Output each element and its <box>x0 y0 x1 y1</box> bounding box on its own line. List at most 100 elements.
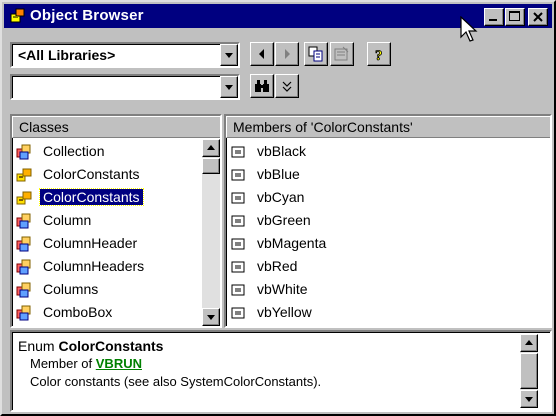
scroll-up-icon <box>525 340 533 345</box>
maximize-icon <box>509 11 520 21</box>
scroll-thumb[interactable] <box>202 158 220 174</box>
class-icon <box>16 282 32 298</box>
close-icon <box>532 10 544 26</box>
details-member-of: Member of VBRUN <box>30 356 142 371</box>
member-of-label: Member of <box>30 356 93 371</box>
list-item-label: Columns <box>43 281 99 297</box>
list-item-label: Column <box>43 212 92 228</box>
list-item[interactable]: vbBlue <box>226 164 550 187</box>
copy-icon <box>308 46 323 62</box>
enum-icon <box>16 167 32 183</box>
close-button[interactable] <box>528 8 548 26</box>
class-icon <box>16 144 32 160</box>
list-item-label: ColumnHeaders <box>43 258 145 274</box>
list-item[interactable]: vbBlack <box>226 141 550 164</box>
classes-scrollbar[interactable] <box>202 139 220 326</box>
details-pane: Enum ColorConstants Member of VBRUN Colo… <box>10 330 552 412</box>
members-panel: Members of 'ColorConstants' vbBlack vbBlu… <box>224 114 552 328</box>
window-title: Object Browser <box>30 7 144 24</box>
constant-icon <box>230 259 246 275</box>
list-item-label: ComboBox <box>43 304 113 320</box>
binoculars-icon <box>255 80 269 92</box>
constant-icon <box>230 190 246 206</box>
details-heading: Enum ColorConstants <box>18 338 163 354</box>
list-item[interactable]: vbMagenta <box>226 233 550 256</box>
list-item[interactable]: Collection <box>12 141 200 164</box>
details-kind: Enum <box>18 338 55 354</box>
list-item-label: Collection <box>43 143 105 159</box>
class-icon <box>16 305 32 321</box>
list-item-label: vbGreen <box>257 212 311 228</box>
list-item-label: vbCyan <box>257 189 305 205</box>
copy-to-clipboard-button[interactable] <box>304 42 328 66</box>
arrow-right-icon <box>285 49 290 59</box>
chevron-down-icon <box>225 53 233 58</box>
list-item-label: ColumnHeader <box>43 235 138 251</box>
enum-icon <box>16 190 32 206</box>
list-item[interactable]: ComboBox <box>12 302 200 325</box>
class-icon <box>16 236 32 252</box>
arrow-left-icon <box>259 49 264 59</box>
constant-icon <box>230 282 246 298</box>
help-icon: ? <box>375 48 383 62</box>
help-button[interactable]: ? <box>367 42 391 66</box>
details-name: ColorConstants <box>58 338 164 354</box>
list-item[interactable]: Columns <box>12 279 200 302</box>
class-icon <box>16 213 32 229</box>
list-item[interactable]: ColorConstants <box>12 164 200 187</box>
show-search-results-button[interactable] <box>275 74 299 98</box>
constant-icon <box>230 213 246 229</box>
scroll-down-button[interactable] <box>202 308 220 326</box>
mouse-pointer-icon <box>460 15 480 44</box>
view-definition-icon <box>334 46 349 61</box>
list-item[interactable]: vbRed <box>226 256 550 279</box>
list-item[interactable]: vbGreen <box>226 210 550 233</box>
scroll-up-icon <box>207 145 215 150</box>
details-scroll-down-button[interactable] <box>520 390 538 408</box>
constant-icon <box>230 236 246 252</box>
view-definition-button[interactable] <box>330 42 354 66</box>
library-combo[interactable]: <All Libraries> <box>10 42 240 68</box>
minimize-icon <box>489 19 497 21</box>
class-icon <box>16 259 32 275</box>
minimize-button[interactable] <box>484 8 504 26</box>
svg-text:?: ? <box>375 48 383 62</box>
constant-icon <box>230 305 246 321</box>
chevron-down-icon <box>225 85 233 90</box>
maximize-button[interactable] <box>505 8 525 26</box>
list-item-label: vbMagenta <box>257 235 327 251</box>
list-item[interactable]: vbCyan <box>226 187 550 210</box>
members-header[interactable]: Members of 'ColorConstants' <box>226 116 550 138</box>
double-chevron-down-icon <box>282 81 292 92</box>
object-browser-icon <box>10 8 26 24</box>
list-item-label: ColorConstants <box>39 188 144 206</box>
go-back-button[interactable] <box>250 42 274 66</box>
list-item[interactable]: ColumnHeaders <box>12 256 200 279</box>
list-item[interactable]: Column <box>12 210 200 233</box>
details-scroll-up-button[interactable] <box>520 334 538 352</box>
search-dropdown-button[interactable] <box>220 76 238 98</box>
scroll-down-icon <box>525 397 533 402</box>
list-item[interactable]: ColumnHeader <box>12 233 200 256</box>
library-link[interactable]: VBRUN <box>96 356 142 371</box>
scroll-up-button[interactable] <box>202 139 220 157</box>
constant-icon <box>230 167 246 183</box>
search-button[interactable] <box>250 74 274 98</box>
details-description: Color constants (see also SystemColorCon… <box>30 374 322 389</box>
details-scrollbar[interactable] <box>520 334 538 408</box>
classes-panel: Classes Collection ColorConstants ColorCon… <box>10 114 222 328</box>
list-item[interactable]: ColorConstants <box>12 187 200 210</box>
list-item-label: vbBlack <box>257 143 307 159</box>
go-forward-button[interactable] <box>275 42 299 66</box>
scroll-down-icon <box>207 315 215 320</box>
details-scroll-thumb[interactable] <box>520 353 538 389</box>
list-item[interactable]: vbYellow <box>226 302 550 325</box>
search-combo[interactable] <box>10 74 240 100</box>
library-combo-value: <All Libraries> <box>18 47 116 63</box>
list-item-label: ColorConstants <box>43 166 140 182</box>
list-item[interactable]: vbWhite <box>226 279 550 302</box>
list-item-label: vbBlue <box>257 166 300 182</box>
object-browser-window: Object Browser <All Libraries> ? Classes… <box>0 0 556 416</box>
classes-header[interactable]: Classes <box>12 116 220 138</box>
library-dropdown-button[interactable] <box>220 44 238 66</box>
